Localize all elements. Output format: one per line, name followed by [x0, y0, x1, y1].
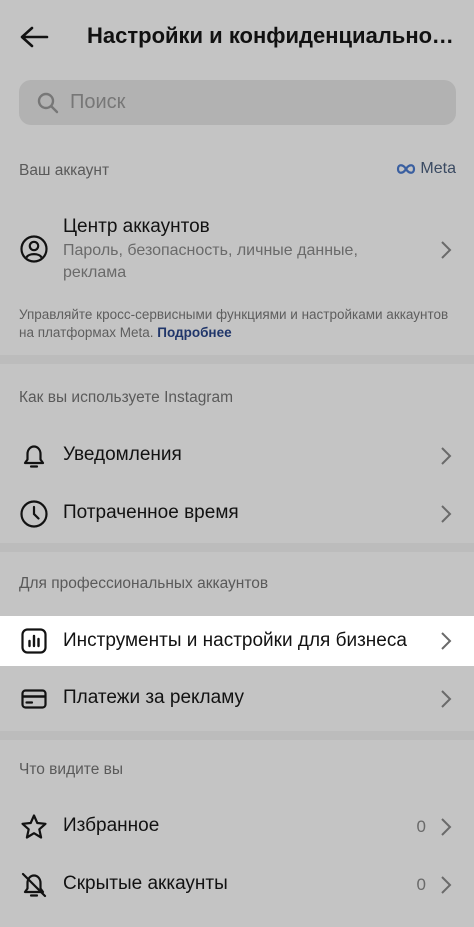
business-tools-row[interactable]: Инструменты и настройки для бизнеса	[0, 616, 474, 666]
ad-payments-label: Платежи за рекламу	[63, 687, 244, 708]
section-divider	[0, 543, 474, 552]
section-label-account: Ваш аккаунт	[19, 162, 110, 179]
accounts-center-title: Центр аккаунтов	[63, 216, 210, 237]
page-title: Настройки и конфиденциальность	[87, 23, 462, 48]
accounts-center-subtitle: Пароль, безопасность, личные данные, рек…	[63, 242, 358, 281]
favorites-row[interactable]: Избранное 0	[0, 799, 474, 855]
meta-infinity-icon	[397, 164, 416, 174]
chevron-right-icon	[441, 447, 452, 465]
back-button[interactable]	[14, 20, 54, 54]
time-spent-label: Потраченное время	[63, 502, 239, 523]
meta-wordmark: Meta	[420, 160, 456, 177]
bell-icon	[23, 445, 45, 468]
ad-payments-row[interactable]: Платежи за рекламу	[0, 671, 474, 727]
favorites-count: 0	[416, 817, 426, 836]
section-label-seen: Что видите вы	[19, 761, 124, 778]
accounts-center-row[interactable]: Центр аккаунтов Пароль, безопасность, ли…	[0, 208, 474, 296]
favorites-label: Избранное	[63, 815, 160, 836]
search-placeholder: Поиск	[70, 91, 126, 113]
muted-accounts-count: 0	[416, 875, 426, 894]
chevron-right-icon	[441, 818, 452, 836]
chevron-right-icon	[441, 632, 452, 650]
search-input[interactable]: Поиск	[19, 80, 456, 125]
section-divider	[0, 355, 474, 364]
learn-more-link[interactable]: Подробнее	[157, 325, 231, 340]
clock-icon	[20, 500, 48, 528]
meta-note-text: Управляйте кросс-сервисными функциями и …	[19, 307, 449, 340]
chevron-right-icon	[441, 876, 452, 894]
notifications-label: Уведомления	[63, 444, 182, 465]
muted-accounts-row[interactable]: Скрытые аккаунты 0	[0, 857, 474, 913]
chevron-right-icon	[441, 505, 452, 523]
section-divider	[0, 731, 474, 740]
section-label-usage: Как вы используете Instagram	[19, 389, 234, 406]
meta-note: Управляйте кросс-сервисными функциями и …	[19, 306, 459, 342]
notifications-row[interactable]: Уведомления	[0, 428, 474, 484]
back-arrow-icon	[20, 26, 49, 48]
chevron-right-icon	[441, 241, 452, 259]
user-circle-icon	[20, 235, 48, 263]
chart-icon	[21, 628, 47, 654]
muted-bell-icon	[21, 872, 47, 898]
chevron-right-icon	[441, 690, 452, 708]
meta-logo: Meta	[395, 160, 456, 178]
top-bar: Настройки и конфиденциальность	[0, 0, 474, 72]
star-icon	[21, 814, 47, 839]
time-spent-row[interactable]: Потраченное время	[0, 486, 474, 542]
card-icon	[21, 689, 47, 709]
muted-accounts-label: Скрытые аккаунты	[63, 873, 228, 894]
search-icon	[37, 92, 59, 113]
section-label-pro: Для профессиональных аккаунтов	[19, 575, 269, 592]
business-tools-label: Инструменты и настройки для бизнеса	[63, 630, 407, 651]
